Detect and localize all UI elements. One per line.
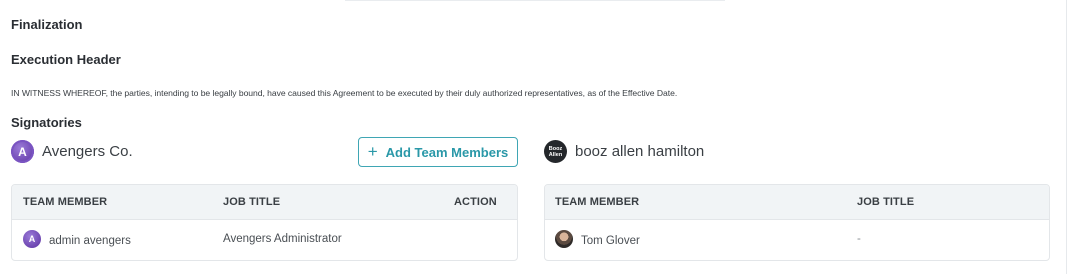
table-row: A admin avengers Avengers Administrator bbox=[12, 220, 517, 260]
section-title: Finalization bbox=[11, 17, 83, 32]
column-header-job-title: JOB TITLE bbox=[223, 196, 281, 208]
member-cell: Tom Glover bbox=[555, 230, 640, 248]
plus-icon: + bbox=[367, 141, 378, 161]
table-header: TEAM MEMBER JOB TITLE bbox=[545, 185, 1049, 220]
avengers-logo-icon: A bbox=[11, 140, 34, 163]
job-title-cell: Avengers Administrator bbox=[223, 233, 342, 245]
left-team-table: TEAM MEMBER JOB TITLE ACTION A admin ave… bbox=[11, 184, 518, 261]
avatar bbox=[555, 230, 573, 248]
column-header-team-member: TEAM MEMBER bbox=[23, 196, 108, 208]
table-row: Tom Glover - bbox=[545, 220, 1049, 260]
add-team-members-label: Add Team Members bbox=[385, 144, 509, 160]
avatar: A bbox=[23, 230, 41, 248]
right-team-table: TEAM MEMBER JOB TITLE Tom Glover - bbox=[544, 184, 1050, 261]
party-right-name: booz allen hamilton bbox=[575, 143, 705, 160]
job-title-cell: - bbox=[857, 233, 861, 245]
party-left-name: Avengers Co. bbox=[42, 143, 133, 160]
party-left: A Avengers Co. bbox=[11, 140, 133, 163]
column-header-job-title: JOB TITLE bbox=[857, 196, 915, 208]
execution-text: IN WITNESS WHEREOF, the parties, intendi… bbox=[11, 88, 678, 98]
member-name: admin avengers bbox=[49, 234, 131, 247]
column-header-action: ACTION bbox=[454, 196, 497, 208]
party-right: Booz Allen booz allen hamilton bbox=[544, 140, 704, 163]
member-name: Tom Glover bbox=[581, 234, 640, 247]
add-team-members-button[interactable]: + Add Team Members bbox=[358, 137, 518, 167]
column-header-team-member: TEAM MEMBER bbox=[555, 196, 640, 208]
divider bbox=[345, 0, 725, 1]
booz-allen-logo-icon: Booz Allen bbox=[544, 140, 567, 163]
signatories-title: Signatories bbox=[11, 115, 82, 130]
execution-header: Execution Header bbox=[11, 52, 121, 67]
table-header: TEAM MEMBER JOB TITLE ACTION bbox=[12, 185, 517, 220]
member-cell: A admin avengers bbox=[23, 230, 131, 248]
